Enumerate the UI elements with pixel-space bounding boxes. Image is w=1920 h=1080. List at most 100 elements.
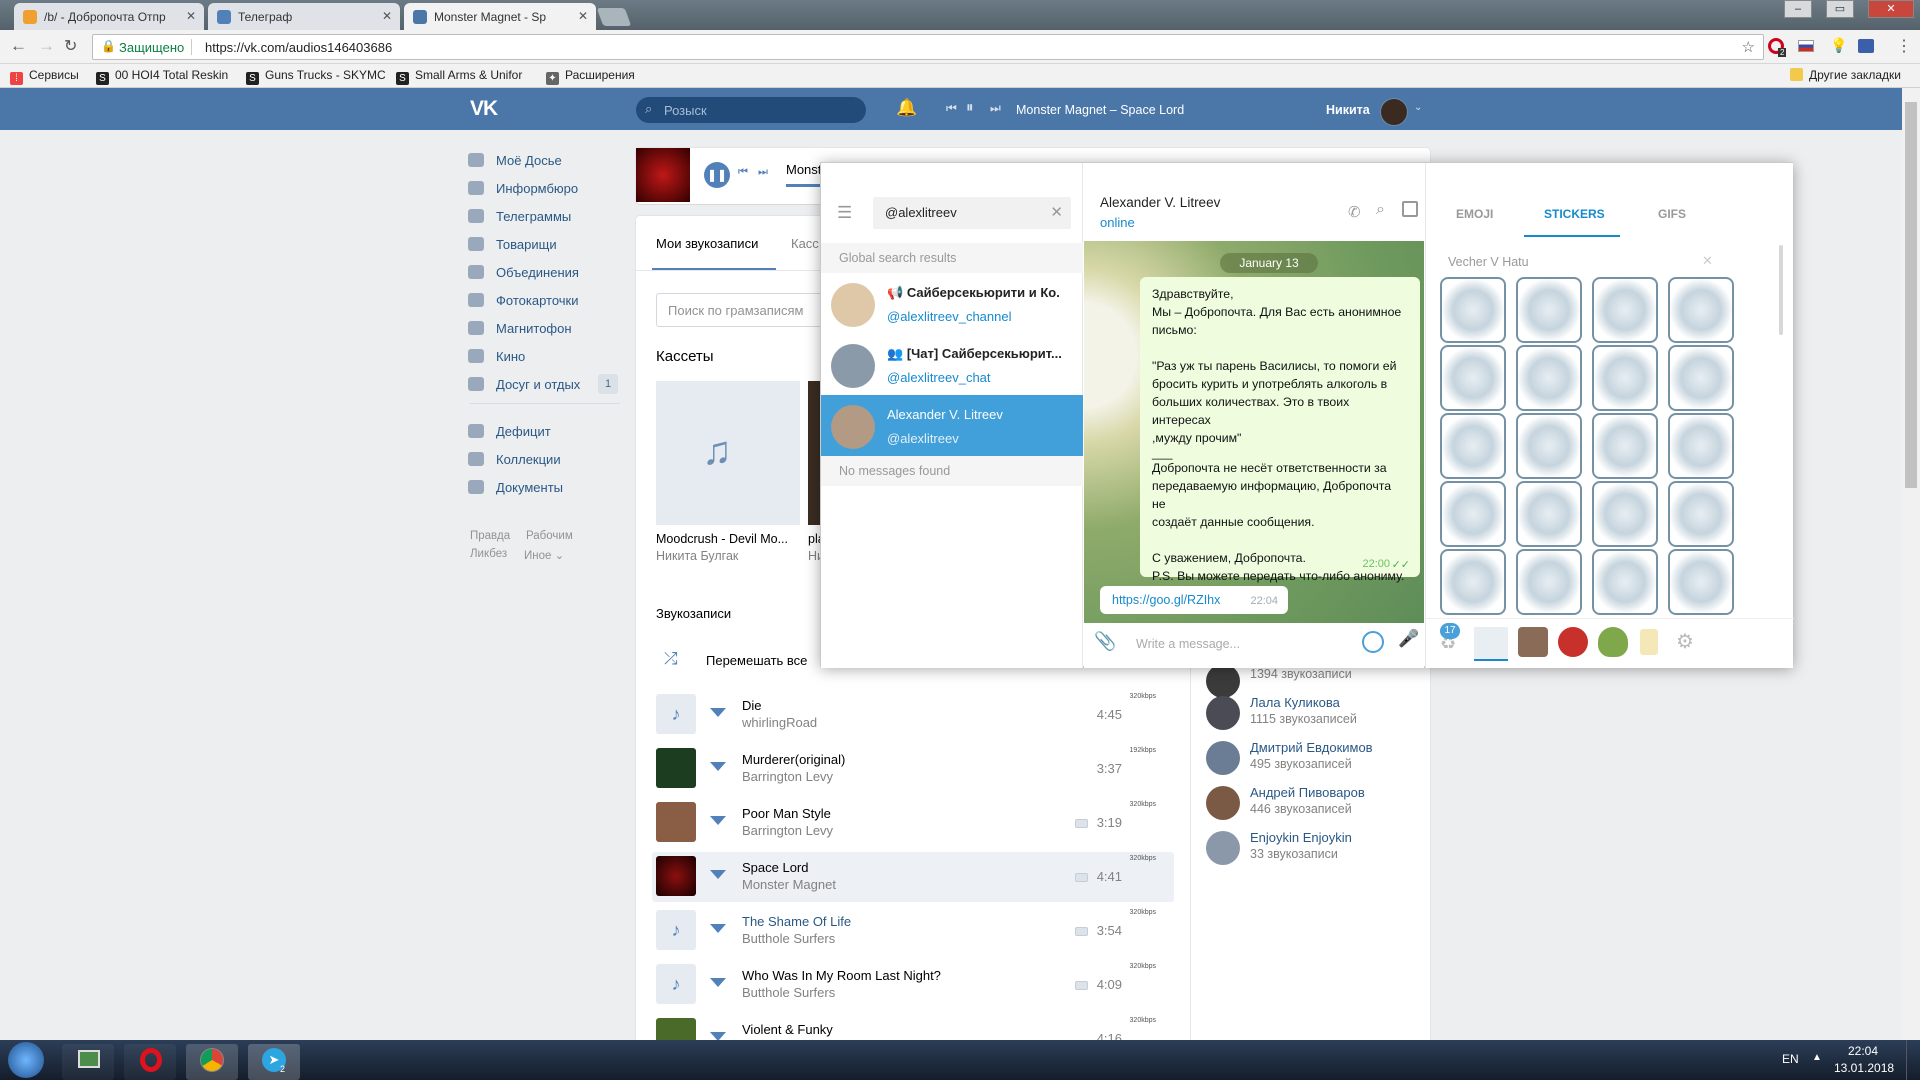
sticker[interactable] — [1440, 549, 1506, 615]
sticker[interactable] — [1668, 345, 1734, 411]
menu-item-news[interactable]: Информбюро — [468, 181, 578, 201]
prev-track-icon[interactable]: ⏮ — [738, 166, 748, 179]
shuffle-all-button[interactable]: Перемешать все — [706, 653, 807, 668]
download-arrow-icon[interactable] — [710, 816, 726, 825]
sticker[interactable] — [1668, 413, 1734, 479]
menu-item-messages[interactable]: Телеграммы — [468, 209, 571, 229]
track-artist[interactable]: Butthole Surfers — [742, 985, 835, 1000]
track-title[interactable]: Poor Man Style — [742, 806, 831, 821]
menu-item-photos[interactable]: Фотокарточки — [468, 293, 579, 313]
link-message-bubble[interactable]: https://goo.gl/RZIhx 22:04 — [1100, 586, 1288, 614]
close-pack-icon[interactable]: ✕ — [1702, 253, 1713, 269]
track-row[interactable]: ♪ The Shame Of Life Butthole Surfers 320k… — [652, 906, 1174, 956]
friend-audio-item[interactable]: Лала Куликова 1115 звукозаписей — [1202, 692, 1402, 737]
message-input[interactable]: Write a message... — [1136, 637, 1240, 651]
close-window-button[interactable]: ✕ — [1868, 0, 1914, 18]
extension-icon[interactable] — [1858, 39, 1874, 53]
tray-arrow-icon[interactable]: ▲ — [1812, 1052, 1822, 1063]
sticker-scrollbar[interactable] — [1779, 245, 1783, 335]
menu-item-market[interactable]: Дефицит — [468, 424, 551, 444]
sticker-pack-tab[interactable] — [1558, 627, 1588, 657]
download-arrow-icon[interactable] — [710, 924, 726, 933]
russian-flag-icon[interactable] — [1798, 40, 1814, 52]
sticker[interactable] — [1516, 345, 1582, 411]
sticker[interactable] — [1668, 277, 1734, 343]
vk-logo[interactable]: VK — [470, 97, 498, 121]
friend-audio-item[interactable]: Дмитрий Евдокимов 495 звукозаписей — [1202, 737, 1402, 782]
track-artist[interactable]: Barrington Levy — [742, 823, 833, 838]
sticker-pack-tab[interactable] — [1518, 627, 1548, 657]
progress-bar[interactable] — [786, 184, 822, 187]
menu-item-video[interactable]: Кино — [468, 349, 525, 369]
sticker[interactable] — [1516, 277, 1582, 343]
pause-icon[interactable]: ⏸ — [966, 99, 974, 116]
shuffle-icon[interactable]: ⤮ — [664, 649, 678, 669]
album-cover[interactable] — [656, 748, 696, 788]
avatar[interactable] — [1206, 741, 1240, 775]
bell-icon[interactable]: 🔔 — [896, 98, 917, 118]
footer-more-link[interactable]: Иное ⌄ — [524, 548, 564, 562]
clock-date[interactable]: 13.01.2018 — [1834, 1061, 1894, 1075]
track-row[interactable]: ♪ Die whirlingRoad 320kbps 4:45 — [652, 690, 1174, 740]
menu-item-games[interactable]: Досуг и отдых 1 — [468, 374, 618, 397]
track-row[interactable]: Poor Man Style Barrington Levy 320kbps 3:1… — [652, 798, 1174, 848]
sticker[interactable] — [1592, 277, 1658, 343]
track-title[interactable]: Violent & Funky — [742, 1022, 833, 1037]
music-note-icon[interactable]: ♪ — [656, 694, 696, 734]
track-artist[interactable]: whirlingRoad — [742, 715, 817, 730]
bookmark-guns-trucks[interactable]: S Guns Trucks - SKYMC — [246, 68, 386, 85]
friend-name[interactable]: Enjoykin Enjoykin — [1250, 830, 1352, 845]
track-row-playing[interactable]: Space Lord Monster Magnet 320kbps 4:41 — [652, 852, 1174, 902]
menu-item-groups[interactable]: Объединения — [468, 265, 579, 285]
phone-icon[interactable]: ✆ — [1348, 203, 1361, 221]
search-result-channel[interactable]: 📢 Сайберсекьюрити и Ко. @alexlitreev_cha… — [821, 273, 1083, 334]
menu-dots-icon[interactable]: ⋮ — [1896, 36, 1912, 56]
new-tab-button[interactable] — [596, 8, 632, 26]
track-row[interactable]: ♪ Who Was In My Room Last Night? Butthole… — [652, 960, 1174, 1010]
language-indicator[interactable]: EN — [1782, 1052, 1799, 1066]
gear-icon[interactable]: ⚙ — [1676, 629, 1694, 654]
sticker[interactable] — [1440, 481, 1506, 547]
show-desktop-button[interactable] — [1906, 1040, 1920, 1080]
sticker-pack-tab-vecher[interactable] — [1474, 627, 1508, 661]
header-player-track[interactable]: Monster Magnet – Space Lord — [1016, 103, 1184, 117]
cassette-title[interactable]: Moodcrush - Devil Mo... — [656, 532, 788, 546]
sticker-pack-tab[interactable] — [1598, 627, 1628, 657]
clock-time[interactable]: 22:04 — [1848, 1044, 1878, 1058]
music-note-icon[interactable]: ♪ — [656, 964, 696, 1004]
avatar[interactable] — [1206, 831, 1240, 865]
friend-audio-item[interactable]: Андрей Пивоваров 446 звукозаписей — [1202, 782, 1402, 827]
sticker[interactable] — [1516, 481, 1582, 547]
track-artist[interactable]: Barrington Levy — [742, 769, 833, 784]
sticker[interactable] — [1440, 277, 1506, 343]
download-arrow-icon[interactable] — [710, 762, 726, 771]
track-title[interactable]: Space Lord — [742, 860, 809, 875]
sticker[interactable] — [1516, 549, 1582, 615]
tab-dobropochta[interactable]: /b/ - Добропочта Отпр ✕ — [14, 3, 204, 30]
footer-link[interactable]: Правда — [470, 530, 510, 542]
tab-monster-magnet[interactable]: Monster Magnet - Sp ✕ — [404, 3, 596, 30]
tab-gifs[interactable]: GIFS — [1658, 207, 1686, 221]
track-title[interactable]: Die — [742, 698, 762, 713]
sticker[interactable] — [1592, 345, 1658, 411]
sticker[interactable] — [1592, 481, 1658, 547]
track-row[interactable]: Murderer(original) Barrington Levy 192kbp… — [652, 744, 1174, 794]
sticker[interactable] — [1516, 413, 1582, 479]
forward-icon[interactable]: → — [38, 36, 55, 56]
clear-search-icon[interactable]: ✕ — [1050, 203, 1063, 221]
prev-track-icon[interactable]: ⏮ — [946, 101, 957, 116]
avatar[interactable] — [1380, 98, 1408, 126]
sticker[interactable] — [1440, 345, 1506, 411]
menu-item-documents[interactable]: Документы — [468, 480, 563, 500]
sticker[interactable] — [1440, 413, 1506, 479]
friend-name[interactable]: Дмитрий Евдокимов — [1250, 740, 1373, 755]
friend-name[interactable]: Андрей Пивоваров — [1250, 785, 1365, 800]
tab-telegraph[interactable]: Телеграф ✕ — [208, 3, 400, 30]
hamburger-menu-icon[interactable]: ☰ — [837, 203, 852, 223]
bookmark-hoi4[interactable]: S 00 HOI4 Total Reskin — [96, 68, 228, 85]
close-tab-icon[interactable]: ✕ — [382, 9, 392, 23]
friend-audio-item[interactable]: Enjoykin Enjoykin 33 звукозаписи — [1202, 827, 1402, 872]
track-title[interactable]: Who Was In My Room Last Night? — [742, 968, 941, 983]
tab-my-audios[interactable]: Мои звукозаписи — [656, 236, 758, 251]
user-name[interactable]: Никита — [1326, 103, 1370, 117]
